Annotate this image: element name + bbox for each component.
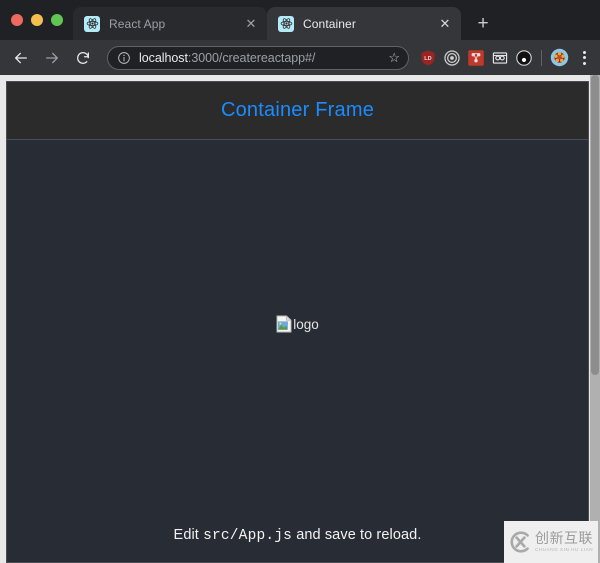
info-circle-icon[interactable] bbox=[117, 51, 131, 65]
tab-close-icon[interactable]: ✕ bbox=[243, 16, 259, 32]
tab-title: React App bbox=[109, 16, 166, 31]
target-extension-icon[interactable] bbox=[441, 47, 463, 69]
tab-strip: React App ✕ Container ✕ + bbox=[0, 0, 600, 40]
toolbar-divider bbox=[541, 49, 542, 66]
browser-toolbar: localhost:3000/createreactapp#/ ☆ LD bbox=[0, 40, 600, 75]
broken-image-icon bbox=[276, 315, 292, 333]
container-frame: Container Frame logo Edit src/App.js and… bbox=[6, 81, 589, 563]
logo-alt-text: logo bbox=[293, 316, 319, 332]
circled-x-logo bbox=[508, 530, 532, 554]
page-scrollbar-thumb[interactable] bbox=[591, 75, 599, 375]
page-viewport: Container Frame logo Edit src/App.js and… bbox=[0, 75, 600, 563]
extensions-bar: LD bbox=[417, 46, 594, 70]
watermark-text: 创新互联 CHUANG XIN HU LIAN bbox=[535, 532, 593, 553]
tab-react-app[interactable]: React App ✕ bbox=[73, 7, 267, 40]
back-button[interactable] bbox=[8, 45, 34, 71]
react-devtools-extension-icon[interactable] bbox=[489, 47, 511, 69]
lastpass-extension-icon[interactable]: LD bbox=[417, 47, 439, 69]
edit-file-path: src/App.js bbox=[203, 528, 293, 544]
react-favicon bbox=[84, 15, 100, 32]
bookmark-star-icon[interactable]: ☆ bbox=[385, 51, 400, 64]
page-title: Container Frame bbox=[220, 99, 375, 121]
browser-menu-button[interactable] bbox=[574, 46, 594, 70]
reload-button[interactable] bbox=[70, 45, 96, 71]
broken-logo-image: logo bbox=[276, 315, 319, 333]
site-watermark: 创新互联 CHUANG XIN HU LIAN bbox=[504, 521, 598, 563]
page-scrollbar[interactable] bbox=[590, 75, 600, 563]
frame-body: logo Edit src/App.js and save to reload.… bbox=[7, 140, 588, 562]
dark-reader-extension-icon[interactable] bbox=[513, 47, 535, 69]
tab-close-icon[interactable]: ✕ bbox=[437, 16, 453, 32]
edit-text-after: and save to reload. bbox=[292, 527, 422, 543]
watermark-pinyin: CHUANG XIN HU LIAN bbox=[535, 546, 594, 552]
svg-text:LD: LD bbox=[424, 55, 431, 61]
browser-window: React App ✕ Container ✕ + localhost:3000… bbox=[0, 0, 600, 563]
tab-container[interactable]: Container ✕ bbox=[267, 7, 461, 40]
logo-slot: logo bbox=[7, 315, 588, 333]
tab-title: Container bbox=[303, 16, 356, 31]
address-bar[interactable]: localhost:3000/createreactapp#/ ☆ bbox=[107, 45, 409, 70]
watermark-chinese: 创新互联 bbox=[535, 530, 593, 547]
address-bar-url: localhost:3000/createreactapp#/ bbox=[139, 51, 385, 65]
window-traffic-lights bbox=[0, 0, 73, 40]
profile-avatar[interactable] bbox=[548, 47, 570, 69]
new-tab-button[interactable]: + bbox=[469, 9, 497, 37]
redux-devtools-extension-icon[interactable] bbox=[465, 47, 487, 69]
url-path: :3000/createreactapp#/ bbox=[187, 50, 316, 65]
maximize-window-button[interactable] bbox=[51, 14, 63, 26]
tabs-container: React App ✕ Container ✕ bbox=[73, 0, 461, 40]
url-host: localhost bbox=[139, 50, 188, 65]
edit-instruction: Edit src/App.js and save to reload. bbox=[7, 527, 588, 544]
edit-text-before: Edit bbox=[173, 527, 204, 543]
frame-header: Container Frame bbox=[7, 82, 588, 140]
react-favicon bbox=[278, 15, 294, 32]
minimize-window-button[interactable] bbox=[31, 14, 43, 26]
close-window-button[interactable] bbox=[11, 14, 23, 26]
forward-button[interactable] bbox=[39, 45, 65, 71]
